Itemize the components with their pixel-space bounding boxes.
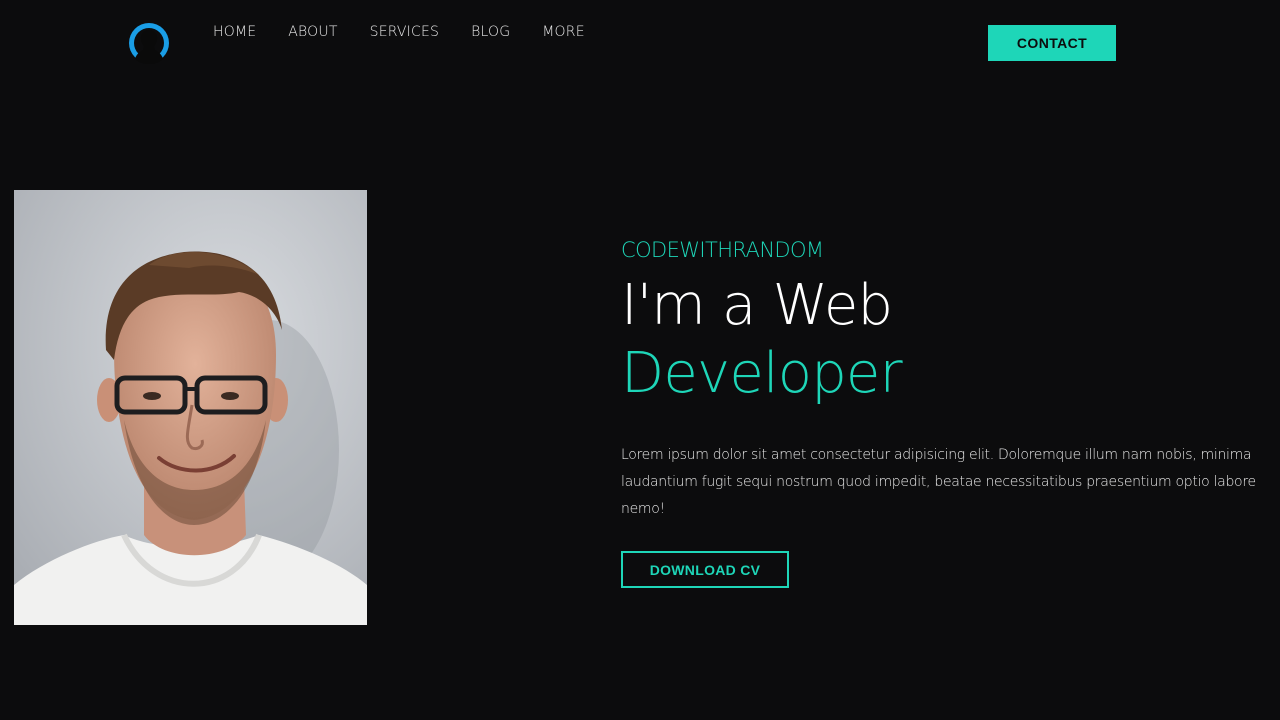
main-nav: HOME ABOUT SERVICES BLOG MORE xyxy=(213,24,617,40)
page: HOME ABOUT SERVICES BLOG MORE CONTACT CO… xyxy=(0,0,1280,720)
nav-item-blog[interactable]: BLOG xyxy=(471,24,510,40)
brand-name: CODEWITHRANDOM xyxy=(621,238,824,262)
portrait-photo xyxy=(14,190,367,625)
nav-item-services[interactable]: SERVICES xyxy=(370,24,440,40)
logo-avatar-icon[interactable] xyxy=(128,22,170,64)
download-cv-button[interactable]: DOWNLOAD CV xyxy=(621,551,789,588)
hero-description: Lorem ipsum dolor sit amet consectetur a… xyxy=(621,447,1256,517)
headline-line-1: I'm a Web xyxy=(621,273,893,338)
nav-item-about[interactable]: ABOUT xyxy=(288,24,337,40)
contact-button[interactable]: CONTACT xyxy=(988,25,1116,61)
nav-item-home[interactable]: HOME xyxy=(213,24,256,40)
headline-line-2: Developer xyxy=(621,341,903,406)
hero-section: CODEWITHRANDOM I'm a Web Developer Lorem… xyxy=(621,236,1280,588)
page-title: I'm a Web Developer xyxy=(621,272,1280,408)
nav-item-more[interactable]: MORE xyxy=(542,24,584,40)
